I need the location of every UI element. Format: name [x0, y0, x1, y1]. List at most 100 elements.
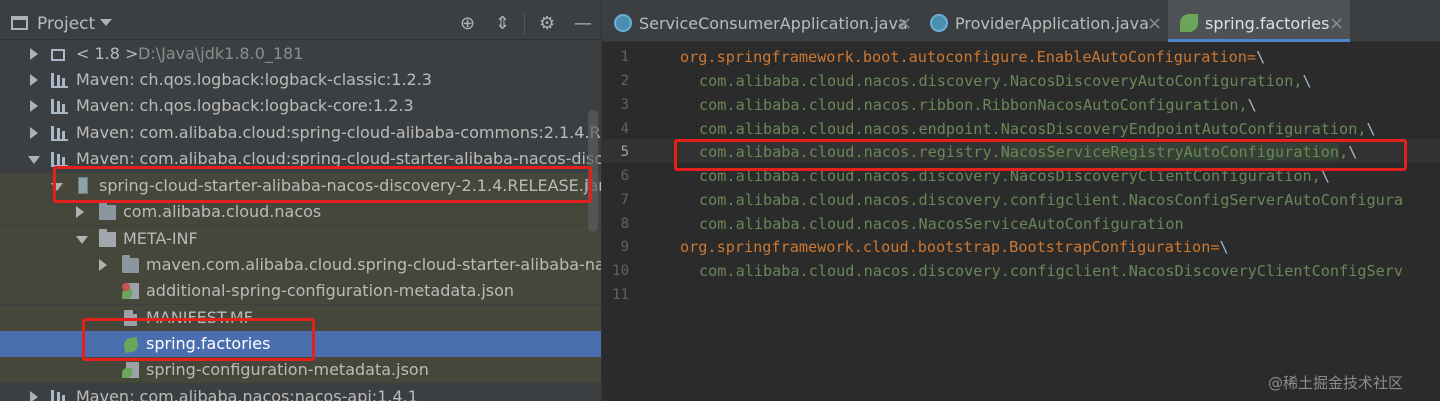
spring-factories-icon — [122, 336, 140, 354]
property-value: com.alibaba.cloud.nacos.registry. — [699, 143, 1001, 161]
gear-icon[interactable]: ⚙ — [539, 14, 555, 34]
hide-panel-icon[interactable]: — — [574, 14, 592, 34]
library-icon — [51, 152, 68, 167]
line-continuation: \ — [1247, 96, 1257, 114]
property-value: , — [1339, 143, 1349, 161]
watermark: @稀土掘金技术社区 — [1268, 374, 1404, 392]
tab-service-consumer-application[interactable]: ServiceConsumerApplication.java × — [602, 0, 916, 42]
tree-item-library[interactable]: Maven: com.alibaba.nacos:nacos-api:1.4.1 — [0, 384, 601, 401]
tab-label: ServiceConsumerApplication.java — [639, 14, 908, 33]
sdk-icon — [51, 49, 65, 61]
tab-label: ProviderApplication.java — [955, 14, 1149, 33]
line-number: 2 — [620, 73, 629, 89]
chevron-down-icon[interactable] — [76, 236, 88, 244]
tree-item-library-expanded[interactable]: Maven: com.alibaba.cloud:spring-cloud-st… — [0, 146, 601, 172]
line-number-gutter: 1 2 3 4 5 6 7 8 9 10 11 — [602, 43, 642, 401]
tree-item-label: spring-cloud-starter-alibaba-nacos-disco… — [99, 176, 601, 195]
chevron-down-icon[interactable] — [28, 156, 40, 164]
property-value: com.alibaba.cloud.nacos.discovery.NacosD… — [699, 72, 1303, 90]
line-number: 7 — [620, 192, 629, 208]
folder-icon — [99, 229, 116, 247]
tree-item-jar[interactable]: spring-cloud-starter-alibaba-nacos-disco… — [0, 173, 601, 199]
code-line: com.alibaba.cloud.nacos.discovery.NacosD… — [680, 167, 1330, 185]
tree-item-file[interactable]: spring-configuration-metadata.json — [0, 357, 601, 383]
line-number: 4 — [620, 121, 629, 137]
tree-item-label: Maven: com.alibaba.cloud:spring-cloud-st… — [76, 149, 601, 168]
tree-item-jdk[interactable]: < 1.8 > D:\Java\jdk1.8.0_181 — [0, 41, 601, 67]
code-line: org.springframework.cloud.bootstrap.Boot… — [680, 238, 1229, 256]
line-continuation: \ — [1256, 48, 1266, 66]
tree-item-file[interactable]: MANIFEST.MF — [0, 305, 601, 331]
library-icon — [51, 73, 68, 88]
property-separator: = — [1210, 238, 1220, 256]
close-icon[interactable]: × — [1329, 13, 1344, 34]
chevron-right-icon[interactable] — [76, 206, 84, 218]
chevron-right-icon[interactable] — [30, 391, 38, 401]
tree-item-spring-factories[interactable]: spring.factories — [0, 331, 601, 357]
code-line: org.springframework.boot.autoconfigure.E… — [680, 48, 1265, 66]
tree-item-label: spring-configuration-metadata.json — [146, 360, 429, 379]
line-number: 10 — [612, 263, 629, 279]
property-value: com.alibaba.cloud.nacos.ribbon.RibbonNac… — [699, 96, 1248, 114]
tree-scrollbar[interactable] — [588, 110, 598, 232]
code-line: com.alibaba.cloud.nacos.discovery.config… — [680, 191, 1403, 209]
line-number: 5 — [620, 144, 629, 160]
line-continuation: \ — [1348, 143, 1358, 161]
chevron-down-icon[interactable] — [100, 19, 112, 26]
tree-item-library[interactable]: Maven: com.alibaba.cloud:spring-cloud-al… — [0, 120, 601, 146]
library-icon — [51, 390, 68, 401]
line-continuation: \ — [1219, 238, 1229, 256]
code-line: com.alibaba.cloud.nacos.endpoint.NacosDi… — [680, 120, 1376, 138]
tree-item-folder-meta-inf[interactable]: META-INF — [0, 226, 601, 252]
identifier-highlight: NacosServiceRegistryAutoConfiguration — [1000, 143, 1340, 161]
project-view-title[interactable]: Project — [37, 14, 95, 34]
toolbar-divider — [524, 12, 525, 36]
tab-provider-application[interactable]: ProviderApplication.java × — [918, 0, 1166, 42]
jar-icon — [78, 177, 88, 194]
chevron-right-icon[interactable] — [30, 48, 38, 60]
chevron-right-icon[interactable] — [30, 100, 38, 112]
editor-panel: ServiceConsumerApplication.java × Provid… — [601, 0, 1440, 401]
tree-item-library[interactable]: Maven: ch.qos.logback:logback-core:1.2.3 — [0, 93, 601, 119]
tree-item-path: D:\Java\jdk1.8.0_181 — [138, 44, 304, 63]
chevron-right-icon[interactable] — [99, 259, 107, 271]
tree-item-file[interactable]: additional-spring-configuration-metadata… — [0, 278, 601, 304]
tree-item-label: additional-spring-configuration-metadata… — [146, 281, 515, 300]
tree-item-label: Maven: ch.qos.logback:logback-classic:1.… — [76, 70, 432, 89]
tree-item-label: Maven: com.alibaba.nacos:nacos-api:1.4.1 — [76, 387, 418, 401]
locate-icon[interactable]: ⊕ — [460, 14, 475, 34]
chevron-right-icon[interactable] — [30, 127, 38, 139]
tree-item-library[interactable]: Maven: ch.qos.logback:logback-classic:1.… — [0, 67, 601, 93]
property-value: com.alibaba.cloud.nacos.discovery.NacosD… — [699, 167, 1321, 185]
chevron-right-icon[interactable] — [30, 74, 38, 86]
collapse-all-icon[interactable]: ⇕ — [495, 14, 510, 34]
editor-tab-bar: ServiceConsumerApplication.java × Provid… — [602, 0, 1440, 42]
tree-item-package[interactable]: com.alibaba.cloud.nacos — [0, 199, 601, 225]
manifest-icon — [124, 310, 137, 326]
project-panel: Project ⊕ ⇕ ⚙ — < 1.8 > D:\Java\jdk1.8.0… — [0, 0, 601, 401]
package-icon — [99, 202, 116, 220]
line-number: 6 — [620, 168, 629, 184]
property-value: com.alibaba.cloud.nacos.discovery.config… — [699, 191, 1404, 209]
code-line: com.alibaba.cloud.nacos.NacosServiceAuto… — [680, 215, 1184, 233]
java-class-icon — [614, 14, 632, 32]
library-icon — [51, 99, 68, 114]
library-icon — [51, 126, 68, 141]
chevron-down-icon[interactable] — [51, 183, 63, 191]
project-view-icon — [11, 16, 28, 30]
package-icon — [122, 255, 139, 273]
tree-item-label: spring.factories — [146, 334, 271, 353]
close-icon[interactable]: × — [897, 13, 912, 34]
line-number: 1 — [620, 49, 629, 65]
tree-item-label: < 1.8 > — [76, 44, 139, 63]
tree-item-package[interactable]: maven.com.alibaba.cloud.spring-cloud-sta… — [0, 252, 601, 278]
line-continuation: \ — [1366, 120, 1376, 138]
line-number: 3 — [620, 97, 629, 113]
tab-spring-factories[interactable]: spring.factories × — [1168, 0, 1350, 42]
close-icon[interactable]: × — [1147, 13, 1162, 34]
code-line: com.alibaba.cloud.nacos.discovery.config… — [680, 262, 1403, 280]
spring-json-icon — [122, 362, 139, 378]
tree-item-label: com.alibaba.cloud.nacos — [123, 202, 322, 221]
code-line: com.alibaba.cloud.nacos.registry.NacosSe… — [680, 143, 1357, 161]
tree-item-label: MANIFEST.MF — [146, 308, 253, 327]
